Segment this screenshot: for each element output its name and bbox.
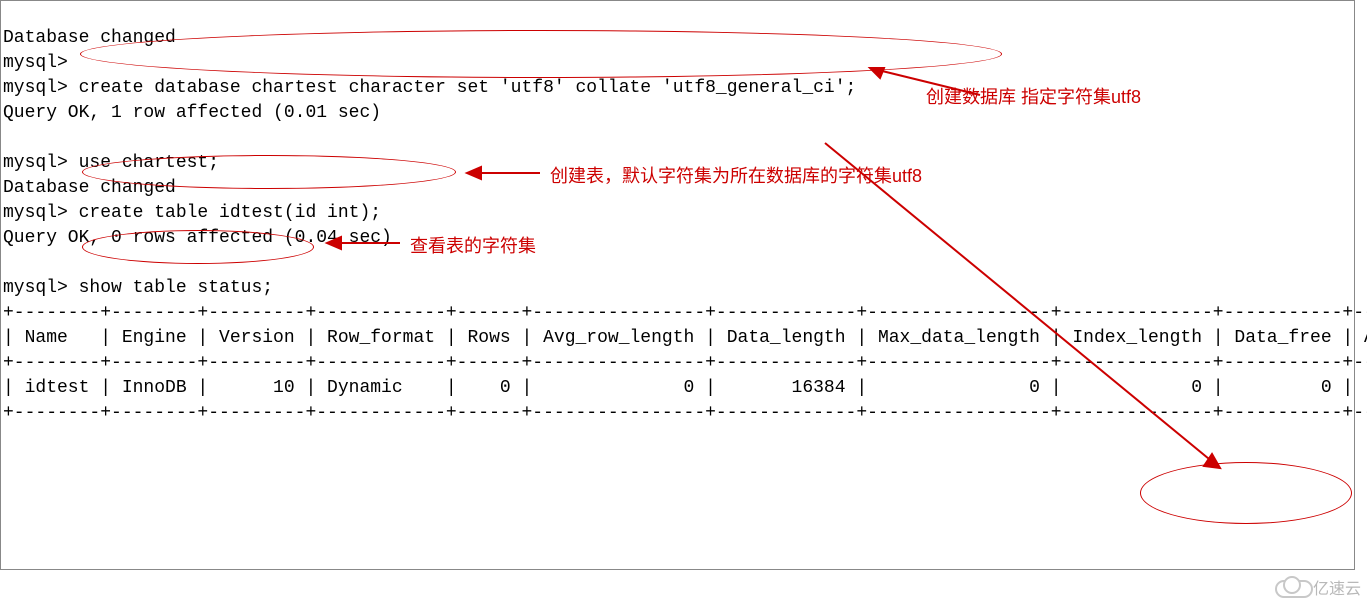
term-line: mysql> create table idtest(id int); [3, 203, 381, 223]
term-line: +--------+--------+---------+-----------… [3, 303, 1367, 323]
watermark-text: 亿速云 [1313, 575, 1361, 599]
term-line: +--------+--------+---------+-----------… [3, 353, 1367, 373]
term-line: mysql> [3, 53, 68, 73]
terminal-window: Database changed mysql> mysql> create da… [0, 0, 1355, 570]
term-line: | idtest | InnoDB | 10 | Dynamic | 0 | 0… [3, 378, 1367, 398]
term-line: Database changed [3, 178, 176, 198]
term-line: mysql> show table status; [3, 278, 273, 298]
term-line: Query OK, 0 rows affected (0.04 sec) [3, 228, 392, 248]
term-line: Database changed [3, 28, 176, 48]
term-line: +--------+--------+---------+-----------… [3, 403, 1367, 423]
term-line: Query OK, 1 row affected (0.01 sec) [3, 103, 381, 123]
term-line: mysql> use chartest; [3, 153, 219, 173]
term-line: | Name | Engine | Version | Row_format |… [3, 328, 1367, 348]
term-line: mysql> create database chartest characte… [3, 78, 856, 98]
watermark: 亿速云 [1275, 575, 1361, 599]
cloud-icon [1275, 576, 1309, 598]
